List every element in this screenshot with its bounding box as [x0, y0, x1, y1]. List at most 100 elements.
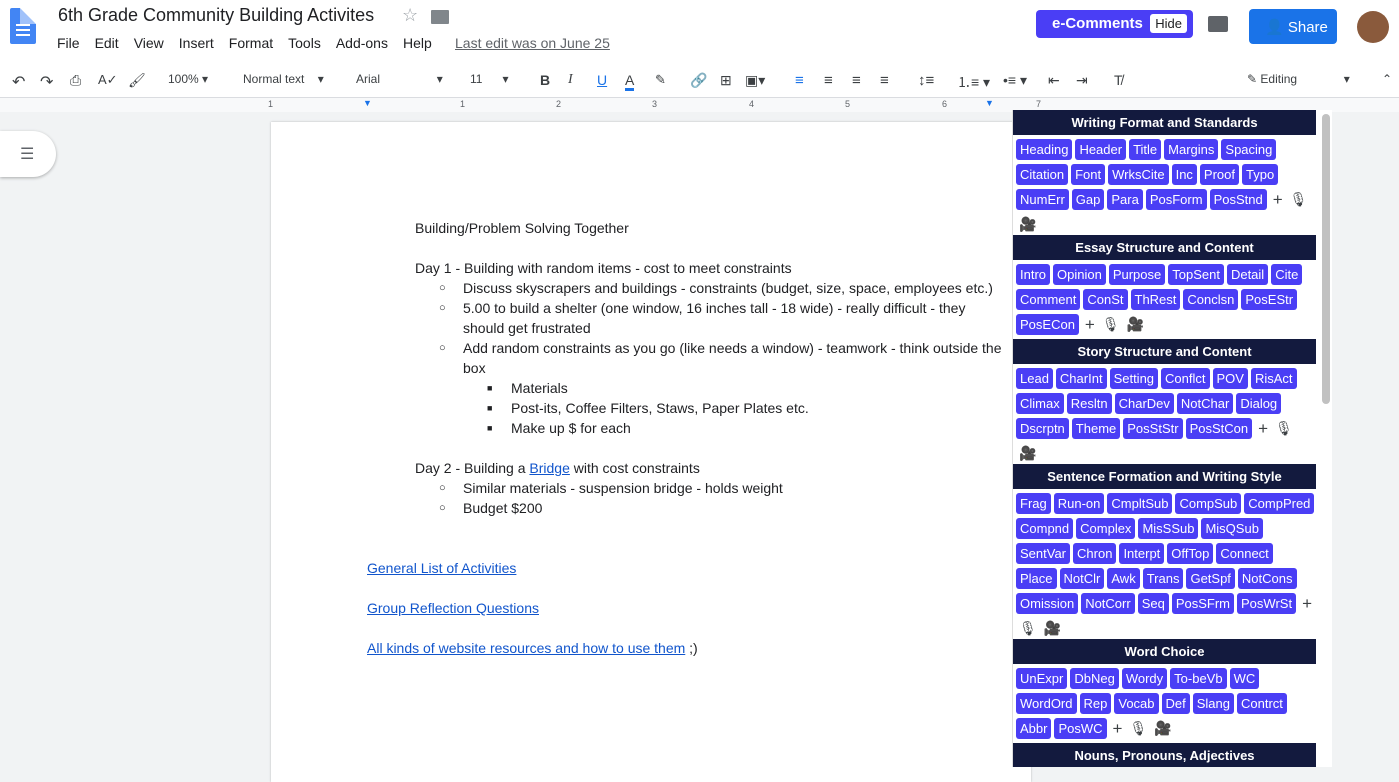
- indent-marker-icon[interactable]: ▼: [363, 98, 372, 108]
- document-title[interactable]: 6th Grade Community Building Activites: [58, 5, 374, 26]
- justify-icon[interactable]: ≡: [880, 72, 889, 89]
- comment-code-button[interactable]: MisSSub: [1138, 518, 1199, 539]
- avatar[interactable]: [1357, 11, 1389, 43]
- microphone-icon[interactable]: 🎙: [1129, 718, 1147, 739]
- comment-code-button[interactable]: Seq: [1137, 593, 1169, 614]
- menu-view[interactable]: View: [134, 35, 164, 51]
- comment-code-button[interactable]: Climax: [1016, 393, 1064, 414]
- group-reflection-link[interactable]: Group Reflection Questions: [367, 600, 539, 616]
- italic-icon[interactable]: I: [568, 72, 573, 88]
- comment-code-button[interactable]: Font: [1071, 164, 1106, 185]
- comment-code-button[interactable]: Frag: [1016, 493, 1051, 514]
- hide-button[interactable]: Hide: [1150, 14, 1187, 33]
- add-icon[interactable]: +: [1273, 189, 1283, 210]
- comment-code-button[interactable]: PosSFrm: [1171, 593, 1235, 614]
- numbered-list-icon[interactable]: ⒈≡ ▾: [957, 72, 990, 92]
- comment-code-button[interactable]: PosStCon: [1185, 418, 1253, 439]
- spellcheck-icon[interactable]: A✓: [98, 72, 118, 88]
- video-icon[interactable]: 🎥: [1154, 718, 1171, 739]
- comment-code-button[interactable]: To-beVb: [1170, 668, 1227, 689]
- align-left-icon[interactable]: ≡: [795, 72, 804, 89]
- highlight-icon[interactable]: ✎: [655, 72, 666, 88]
- comment-code-button[interactable]: Setting: [1109, 368, 1159, 389]
- comment-code-button[interactable]: Wordy: [1121, 668, 1168, 689]
- add-icon[interactable]: +: [1302, 593, 1312, 614]
- comment-code-button[interactable]: Vocab: [1114, 693, 1159, 714]
- comment-code-button[interactable]: Connect: [1216, 543, 1273, 564]
- menu-help[interactable]: Help: [403, 35, 432, 51]
- link-icon[interactable]: 🔗: [690, 72, 707, 89]
- comment-code-button[interactable]: Abbr: [1016, 718, 1052, 739]
- comment-code-button[interactable]: ConSt: [1083, 289, 1128, 310]
- comment-code-button[interactable]: Compnd: [1016, 518, 1074, 539]
- document-body[interactable]: Building/Problem Solving Together Day 1 -…: [415, 218, 1005, 518]
- add-icon[interactable]: +: [1113, 718, 1123, 739]
- bulleted-list-icon[interactable]: •≡ ▾: [1003, 72, 1027, 89]
- comment-code-button[interactable]: Awk: [1107, 568, 1140, 589]
- comment-code-button[interactable]: RisAct: [1250, 368, 1297, 389]
- menu-format[interactable]: Format: [229, 35, 273, 51]
- add-icon[interactable]: +: [1085, 314, 1095, 335]
- comment-code-button[interactable]: Purpose: [1108, 264, 1166, 285]
- comment-code-button[interactable]: NotCons: [1237, 568, 1297, 589]
- comment-code-button[interactable]: Heading: [1016, 139, 1073, 160]
- comment-code-button[interactable]: WrksCite: [1108, 164, 1169, 185]
- comment-code-button[interactable]: Place: [1016, 568, 1057, 589]
- folder-icon[interactable]: [431, 10, 449, 24]
- comment-code-button[interactable]: CharDev: [1114, 393, 1174, 414]
- document-outline-button[interactable]: ☰: [0, 131, 56, 177]
- comment-code-button[interactable]: Cite: [1271, 264, 1303, 285]
- microphone-icon[interactable]: 🎙: [1019, 618, 1037, 639]
- add-comment-icon[interactable]: ⊞: [720, 72, 732, 89]
- share-button[interactable]: 👤 Share: [1249, 9, 1337, 44]
- font-select[interactable]: Arial ▾: [356, 72, 443, 86]
- menu-edit[interactable]: Edit: [95, 35, 119, 51]
- comment-code-button[interactable]: PosWC: [1054, 718, 1107, 739]
- paint-format-icon[interactable]: 🖌: [128, 72, 146, 89]
- comment-code-button[interactable]: GetSpf: [1186, 568, 1235, 589]
- comment-code-button[interactable]: CompPred: [1244, 493, 1315, 514]
- menu-tools[interactable]: Tools: [288, 35, 321, 51]
- increase-indent-icon[interactable]: ⇥: [1076, 72, 1088, 89]
- comment-code-button[interactable]: SentVar: [1016, 543, 1071, 564]
- comment-code-button[interactable]: Intro: [1016, 264, 1051, 285]
- star-icon[interactable]: ☆: [402, 5, 418, 26]
- comment-code-button[interactable]: Inc: [1171, 164, 1197, 185]
- comment-code-button[interactable]: Trans: [1142, 568, 1184, 589]
- zoom-select[interactable]: 100% ▾: [168, 72, 208, 86]
- comment-code-button[interactable]: Complex: [1076, 518, 1136, 539]
- comment-code-button[interactable]: Spacing: [1221, 139, 1277, 160]
- comment-code-button[interactable]: PosStnd: [1209, 189, 1267, 210]
- comment-code-button[interactable]: Gap: [1071, 189, 1105, 210]
- video-icon[interactable]: 🎥: [1019, 443, 1036, 464]
- align-right-icon[interactable]: ≡: [852, 72, 861, 89]
- align-center-icon[interactable]: ≡: [824, 72, 833, 89]
- comment-code-button[interactable]: Title: [1129, 139, 1162, 160]
- comment-code-button[interactable]: PosStStr: [1123, 418, 1183, 439]
- comment-code-button[interactable]: Slang: [1192, 693, 1234, 714]
- panel-scrollbar[interactable]: [1322, 114, 1330, 404]
- insert-image-icon[interactable]: ▣▾: [745, 72, 765, 89]
- comment-code-button[interactable]: Typo: [1242, 164, 1279, 185]
- comment-code-button[interactable]: ThRest: [1130, 289, 1181, 310]
- comment-code-button[interactable]: Conclsn: [1183, 289, 1239, 310]
- comment-code-button[interactable]: CmpltSub: [1107, 493, 1173, 514]
- right-indent-marker-icon[interactable]: ▼: [985, 98, 994, 108]
- comment-code-button[interactable]: Dialog: [1236, 393, 1282, 414]
- comment-code-button[interactable]: Citation: [1016, 164, 1069, 185]
- comment-code-button[interactable]: POV: [1212, 368, 1248, 389]
- bold-icon[interactable]: B: [540, 72, 550, 88]
- menu-insert[interactable]: Insert: [179, 35, 214, 51]
- comment-code-button[interactable]: PosForm: [1145, 189, 1207, 210]
- comment-code-button[interactable]: Opinion: [1053, 264, 1106, 285]
- comment-code-button[interactable]: Header: [1075, 139, 1127, 160]
- decrease-indent-icon[interactable]: ⇤: [1048, 72, 1060, 89]
- video-icon[interactable]: 🎥: [1019, 214, 1036, 235]
- comment-code-button[interactable]: Run-on: [1053, 493, 1105, 514]
- comment-code-button[interactable]: Resltn: [1066, 393, 1112, 414]
- comment-code-button[interactable]: Para: [1107, 189, 1143, 210]
- comment-code-button[interactable]: NotCorr: [1081, 593, 1135, 614]
- comment-code-button[interactable]: Lead: [1016, 368, 1053, 389]
- microphone-icon[interactable]: 🎙: [1290, 189, 1308, 210]
- comment-code-button[interactable]: NumErr: [1016, 189, 1069, 210]
